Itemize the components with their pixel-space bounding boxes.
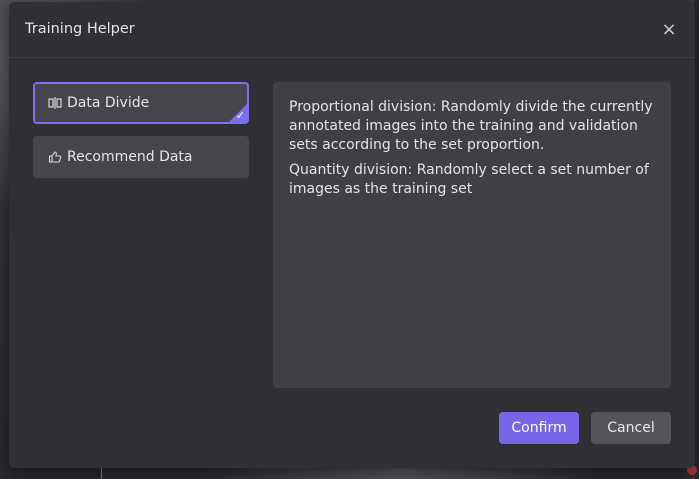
description-quantity: Quantity division: Randomly select a set… (289, 162, 649, 197)
description-proportional: Proportional division: Randomly divide t… (289, 99, 653, 153)
cancel-button[interactable]: Cancel (591, 412, 671, 444)
close-icon[interactable]: × (659, 19, 679, 41)
sidebar-item-recommend-data[interactable]: Recommend Data (33, 136, 249, 178)
sidebar-item-data-divide[interactable]: Data Divide ✓ (33, 82, 249, 124)
sidebar-item-label: Data Divide (67, 95, 150, 111)
description-panel: Proportional division: Randomly divide t… (273, 82, 671, 388)
sidebar-item-label: Recommend Data (67, 149, 193, 165)
split-icon (48, 96, 62, 110)
dialog-title: Training Helper (25, 21, 135, 37)
training-helper-dialog: Training Helper × Data Divide ✓ Recommen… (9, 2, 695, 468)
confirm-button[interactable]: Confirm (499, 412, 579, 444)
thumbs-up-icon (48, 150, 62, 164)
check-icon: ✓ (235, 109, 245, 122)
dialog-header: Training Helper × (9, 2, 695, 58)
